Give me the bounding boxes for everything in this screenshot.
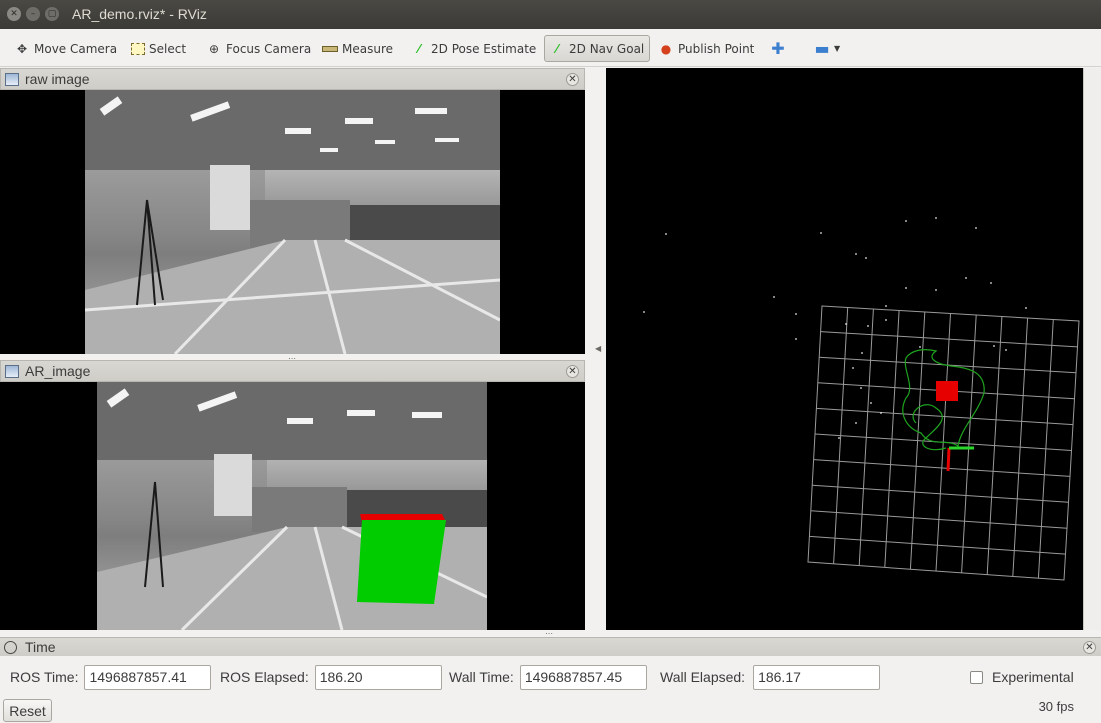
axis-x-line — [946, 447, 951, 472]
remove-tool-button[interactable]: ▬ ▼ — [810, 35, 844, 62]
time-panel-header: Time ✕ — [0, 637, 1101, 656]
wall-elapsed-field[interactable]: 186.17 — [753, 664, 881, 690]
raw-image-panel-header: raw image ✕ — [0, 68, 585, 90]
camera-frame — [85, 90, 500, 354]
tool-label: Measure — [342, 41, 393, 56]
tool-publish-point[interactable]: ● Publish Point — [654, 35, 758, 62]
ar-image-view[interactable] — [0, 382, 585, 630]
tool-label: Move Camera — [34, 41, 118, 56]
tool-measure[interactable]: Measure — [318, 35, 397, 62]
tool-label: 2D Pose Estimate — [431, 41, 537, 56]
chevron-down-icon: ▼ — [834, 44, 841, 53]
tool-2d-pose-estimate[interactable]: ⁄ 2D Pose Estimate — [407, 35, 540, 62]
tool-select[interactable]: Select — [127, 35, 190, 62]
experimental-group: Experimental — [970, 664, 1074, 690]
marker-cube — [936, 381, 958, 401]
measure-icon — [322, 45, 338, 52]
move-camera-icon: ✥ — [16, 41, 28, 56]
ar-cube — [357, 520, 446, 604]
experimental-label: Experimental — [992, 669, 1074, 685]
tool-focus-camera[interactable]: ⊕ Focus Camera — [202, 35, 315, 62]
close-window-button[interactable]: ✕ — [7, 7, 21, 21]
camera-scene — [85, 90, 500, 354]
point-cloud — [643, 217, 1027, 439]
tool-label: Publish Point — [678, 41, 755, 56]
panel-title: raw image — [25, 71, 90, 87]
image-icon — [5, 72, 19, 86]
nav-goal-icon: ⁄ — [555, 41, 558, 56]
plus-icon: ✚ — [771, 38, 785, 58]
select-icon — [131, 42, 145, 55]
ar-image-panel-header: AR_image ✕ — [0, 360, 585, 382]
tool-label: Select — [149, 41, 187, 56]
window-titlebar: ✕ – ▢ AR_demo.rviz* - RViz — [0, 0, 1101, 29]
wall-time-label: Wall Time: — [449, 669, 514, 685]
fps-readout: 30 fps — [1038, 699, 1074, 714]
minus-icon: ▬ — [814, 38, 830, 58]
ros-elapsed-field[interactable]: 186.20 — [314, 664, 442, 690]
ros-elapsed-group: ROS Elapsed: 186.20 — [220, 664, 442, 690]
focus-camera-icon: ⊕ — [208, 41, 220, 56]
experimental-checkbox[interactable] — [970, 670, 983, 684]
close-panel-button[interactable]: ✕ — [566, 365, 579, 378]
camera-frame — [97, 382, 487, 630]
wall-time-field[interactable]: 1496887857.45 — [519, 664, 647, 690]
window-title: AR_demo.rviz* - RViz — [72, 6, 207, 22]
minimize-window-button[interactable]: – — [26, 7, 40, 21]
ros-time-group: ROS Time: 1496887857.41 — [10, 664, 212, 690]
tool-2d-nav-goal[interactable]: ⁄ 2D Nav Goal — [544, 35, 650, 62]
close-panel-button[interactable]: ✕ — [566, 73, 579, 86]
tool-label: Focus Camera — [226, 41, 312, 56]
render-3d-view[interactable] — [606, 68, 1083, 630]
pose-estimate-icon: ⁄ — [417, 41, 420, 56]
ros-time-label: ROS Time: — [10, 669, 79, 685]
add-tool-button[interactable]: ✚ — [766, 35, 794, 62]
wall-elapsed-label: Wall Elapsed: — [660, 669, 746, 685]
image-icon — [5, 364, 19, 378]
toolbar: ✥ Move Camera Select ⊕ Focus Camera Meas… — [0, 29, 1101, 85]
publish-point-icon: ● — [660, 41, 672, 56]
wall-time-group: Wall Time: 1496887857.45 — [449, 664, 647, 690]
ros-elapsed-label: ROS Elapsed: — [220, 669, 309, 685]
clock-icon — [4, 640, 17, 654]
ar-scene — [97, 382, 487, 630]
tool-label: 2D Nav Goal — [569, 41, 645, 56]
maximize-window-button[interactable]: ▢ — [45, 7, 59, 21]
right-dock-collapsed[interactable] — [1083, 68, 1101, 630]
ros-time-field[interactable]: 1496887857.41 — [84, 664, 212, 690]
tool-move-camera[interactable]: ✥ Move Camera — [10, 35, 121, 62]
time-panel-title: Time — [25, 639, 56, 655]
scene-3d — [643, 217, 1080, 581]
panel-title: AR_image — [25, 363, 91, 379]
reset-button[interactable]: Reset — [3, 699, 52, 722]
close-time-panel-button[interactable]: ✕ — [1083, 641, 1096, 654]
wall-elapsed-group: Wall Elapsed: 186.17 — [660, 664, 881, 690]
collapse-left-handle[interactable]: ◀ — [595, 344, 601, 353]
raw-image-view[interactable] — [0, 90, 585, 354]
